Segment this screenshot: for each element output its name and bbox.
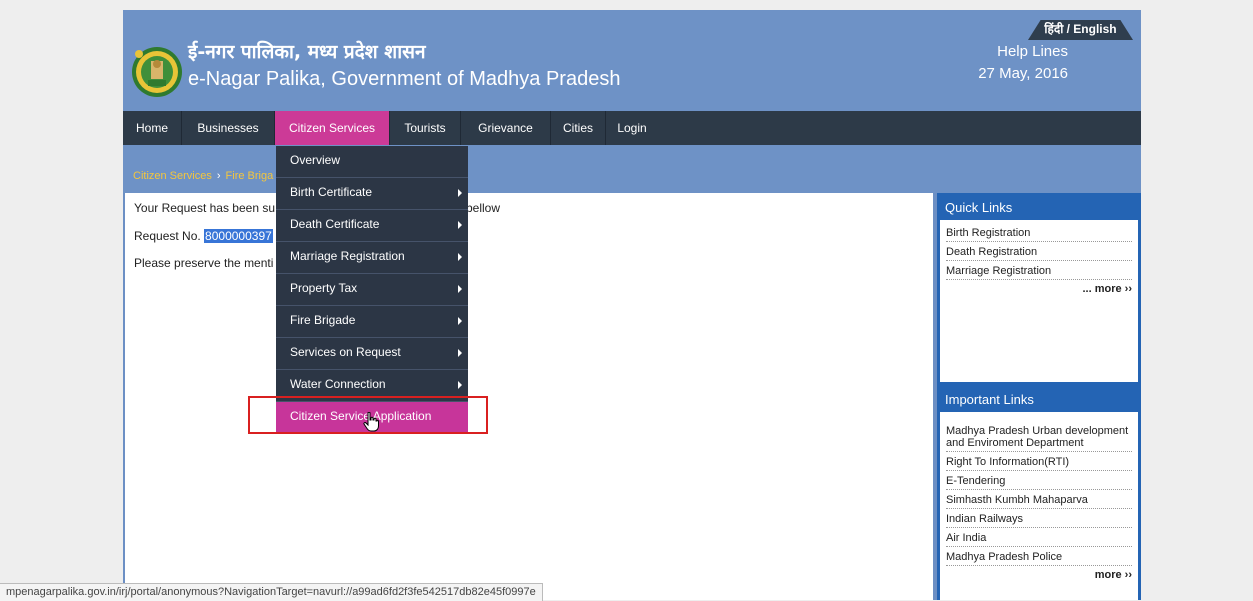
menu-birth-certificate[interactable]: Birth Certificate — [276, 178, 468, 210]
request-number[interactable]: 8000000397 — [204, 229, 273, 243]
menu-services-on-request-label: Services on Request — [290, 345, 401, 359]
language-toggle[interactable]: हिंदी / English — [1028, 20, 1133, 40]
breadcrumb: Citizen Services › Fire Briga — [133, 170, 273, 182]
submenu-arrow-icon — [458, 285, 462, 293]
quick-links-title: Quick Links — [940, 196, 1138, 220]
browser-status-url: mpenagarpalika.gov.in/irj/portal/anonymo… — [0, 583, 543, 601]
nav-businesses[interactable]: Businesses — [182, 111, 275, 145]
menu-marriage-registration-label: Marriage Registration — [290, 249, 405, 263]
submenu-arrow-icon — [458, 221, 462, 229]
quick-link-death-registration[interactable]: Death Registration — [946, 242, 1132, 261]
quick-links-more[interactable]: ... more ›› — [946, 280, 1132, 295]
nav-login[interactable]: Login — [606, 111, 658, 145]
submenu-arrow-icon — [458, 253, 462, 261]
menu-overview[interactable]: Overview — [276, 146, 468, 178]
important-link-mp-police[interactable]: Madhya Pradesh Police — [946, 547, 1132, 566]
main-content: Your Request has been su bellow Request … — [125, 193, 933, 600]
quick-link-birth-registration[interactable]: Birth Registration — [946, 223, 1132, 242]
main-nav: Home Businesses Citizen Services Tourist… — [123, 111, 1141, 145]
important-link-rti[interactable]: Right To Information(RTI) — [946, 452, 1132, 471]
citizen-services-dropdown: Overview Birth Certificate Death Certifi… — [276, 146, 468, 452]
menu-marriage-registration[interactable]: Marriage Registration — [276, 242, 468, 274]
menu-overview-label: Overview — [290, 153, 341, 167]
menu-death-certificate[interactable]: Death Certificate — [276, 210, 468, 242]
menu-death-certificate-label: Death Certificate — [290, 217, 380, 231]
important-link-indian-railways[interactable]: Indian Railways — [946, 509, 1132, 528]
nav-grievance[interactable]: Grievance — [461, 111, 551, 145]
menu-services-on-request[interactable]: Services on Request — [276, 338, 468, 370]
important-link-e-tendering[interactable]: E-Tendering — [946, 471, 1132, 490]
menu-fire-brigade-label: Fire Brigade — [290, 313, 356, 327]
help-lines-link[interactable]: Help Lines — [997, 43, 1068, 60]
important-links-more[interactable]: more ›› — [946, 566, 1132, 581]
important-link-urban-development[interactable]: Madhya Pradesh Urban development and Env… — [946, 421, 1132, 452]
submenu-arrow-icon — [458, 381, 462, 389]
request-label: Request No. — [134, 229, 201, 243]
quick-link-marriage-registration[interactable]: Marriage Registration — [946, 261, 1132, 280]
site-title-english: e-Nagar Palika, Government of Madhya Pra… — [188, 68, 621, 90]
mp-government-emblem-logo[interactable] — [131, 44, 183, 100]
quick-links-box: Quick Links Birth Registration Death Reg… — [937, 193, 1141, 385]
nav-citizen-services[interactable]: Citizen Services — [275, 111, 390, 145]
nav-tourists[interactable]: Tourists — [390, 111, 461, 145]
breadcrumb-fire-brigade[interactable]: Fire Briga — [226, 170, 274, 182]
menu-water-connection-label: Water Connection — [290, 377, 386, 391]
submenu-arrow-icon — [458, 349, 462, 357]
breadcrumb-citizen-services[interactable]: Citizen Services — [133, 170, 212, 182]
site-header: ई-नगर पालिका, मध्य प्रदेश शासन e-Nagar P… — [123, 10, 1141, 111]
success-message-start: Your Request has been su — [134, 201, 275, 215]
menu-birth-certificate-label: Birth Certificate — [290, 185, 373, 199]
menu-property-tax-label: Property Tax — [290, 281, 358, 295]
important-link-air-india[interactable]: Air India — [946, 528, 1132, 547]
preserve-note: Please preserve the menti — [134, 256, 274, 270]
nav-cities[interactable]: Cities — [551, 111, 606, 145]
important-links-box: Important Links Madhya Pradesh Urban dev… — [937, 385, 1141, 600]
menu-fire-brigade[interactable]: Fire Brigade — [276, 306, 468, 338]
hand-pointer-icon — [363, 412, 379, 432]
site-title-hindi: ई-नगर पालिका, मध्य प्रदेश शासन — [188, 41, 426, 63]
submenu-arrow-icon — [458, 317, 462, 325]
menu-property-tax[interactable]: Property Tax — [276, 274, 468, 306]
request-number-line: Request No. 8000000397 — [134, 229, 273, 243]
nav-home[interactable]: Home — [123, 111, 182, 145]
submenu-arrow-icon — [458, 189, 462, 197]
success-message: Your Request has been su — [134, 201, 275, 215]
current-date: 27 May, 2016 — [978, 65, 1068, 82]
breadcrumb-separator-icon: › — [216, 170, 221, 182]
important-link-simhasth[interactable]: Simhasth Kumbh Mahaparva — [946, 490, 1132, 509]
success-message-end: bellow — [466, 201, 501, 215]
important-links-title: Important Links — [940, 388, 1138, 412]
